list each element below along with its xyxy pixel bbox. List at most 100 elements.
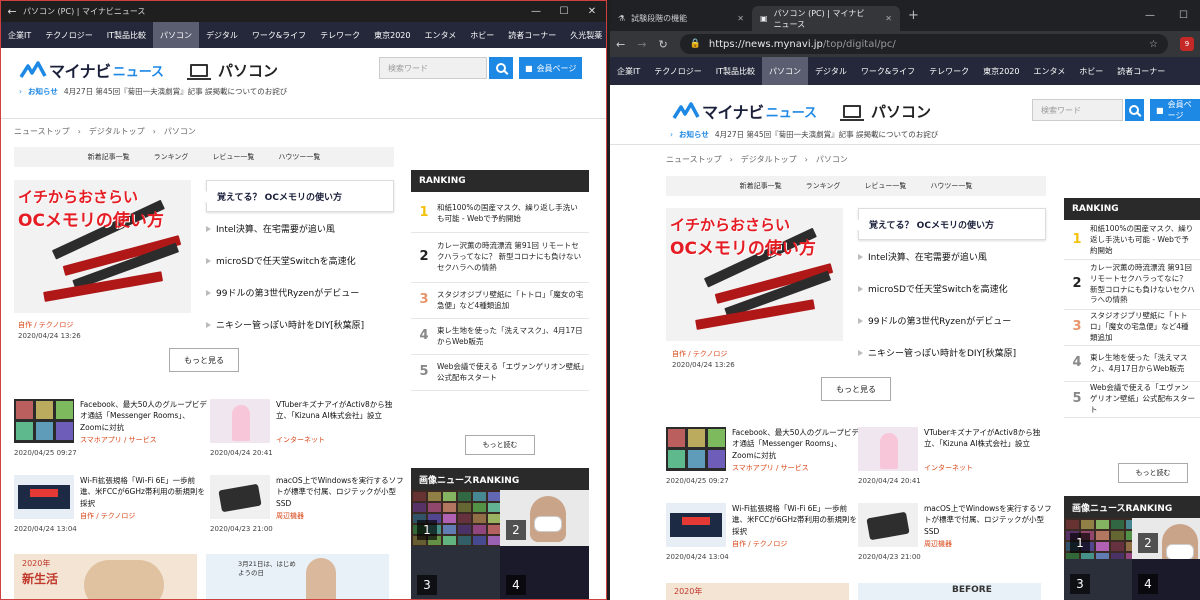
image-ranking-item[interactable]: 4 xyxy=(500,545,589,599)
ranking-item[interactable]: 4 東レ生地を使った「洗えマスク」、4月17日からWeb販売 xyxy=(1064,346,1200,382)
article-card[interactable]: Wi-Fi拡張規格「Wi-Fi 6E」一歩前進、米FCCが6GHz帯利用の新規則… xyxy=(14,475,205,537)
notice-bar[interactable]: › お知らせ 4月27日 第45回『菊田一夫演劇賞』記事 誤掲載についてのお詫び xyxy=(19,86,287,97)
article-category[interactable]: スマホアプリ / サービス xyxy=(80,435,157,445)
subnav-link[interactable]: レビュー一覧 xyxy=(852,181,918,191)
nav-item[interactable]: 東京2020 xyxy=(367,22,417,48)
ranking-item[interactable]: 3 スタジオジブリ壁紙に「トトロ」「魔女の宅急便」など4種類追加 xyxy=(411,283,589,319)
new-life-banner[interactable]: 2020年 xyxy=(666,583,849,600)
nav-item[interactable]: パソコン xyxy=(153,22,200,48)
nav-item[interactable]: テレワーク xyxy=(313,22,367,48)
featured-link[interactable]: 覚えてる？ OCメモリの使い方 xyxy=(853,208,1046,240)
image-ranking-item[interactable]: 4 xyxy=(1132,559,1200,600)
nav-item[interactable]: テレワーク xyxy=(922,57,976,85)
ranking-item[interactable]: 4 東レ生地を使った「洗えマスク」、4月17日からWeb販売 xyxy=(411,319,589,355)
article-thumbnail[interactable] xyxy=(666,503,726,547)
ranking-item[interactable]: 3 スタジオジブリ壁紙に「トトロ」「魔女の宅急便」など4種類追加 xyxy=(1064,310,1200,346)
before-banner[interactable]: BEFORE xyxy=(858,583,1041,600)
article-card[interactable]: Facebook、最大50人のグループビデオ通話「Messenger Rooms… xyxy=(14,399,207,461)
article-card[interactable]: macOS上でWindowsを実行するソフトが標準で付属、ロジテックが小型SSD… xyxy=(210,475,404,537)
image-ranking-item[interactable]: 3 xyxy=(411,545,500,599)
search-button[interactable] xyxy=(489,57,513,79)
article-title[interactable]: Facebook、最大50人のグループビデオ通話「Messenger Rooms… xyxy=(732,427,862,461)
article-title[interactable]: Wi-Fi拡張規格「Wi-Fi 6E」一歩前進、米FCCが6GHz帯利用の新規則… xyxy=(732,503,862,537)
ranking-more-button[interactable]: もっと読む xyxy=(1118,463,1188,483)
featured-link[interactable]: Intel決算、在宅需要が追い風 xyxy=(858,240,1046,272)
breadcrumb[interactable]: ニューストップ › デジタルトップ › パソコン xyxy=(14,126,196,137)
featured-link[interactable]: ニキシー管っぽい時計をDIY[秋葉原] xyxy=(858,336,1046,368)
member-page-button[interactable]: ■ 会員ページ xyxy=(1150,99,1200,121)
image-ranking-item[interactable]: 1 xyxy=(411,490,500,546)
address-bar[interactable]: 🔒 https://news.mynavi.jp/top/digital/pc/… xyxy=(679,34,1168,54)
article-card[interactable]: VTuberキズナアイがActiv8から独立、「Kizuna AI株式会社」設立… xyxy=(210,399,400,461)
article-category[interactable]: 周辺機器 xyxy=(276,511,304,521)
ranking-item[interactable]: 1 和紙100%の国産マスク、繰り返し手洗いも可能 - Webで予約開始 xyxy=(411,195,589,233)
reload-icon[interactable]: ↻ xyxy=(658,38,667,51)
article-thumbnail[interactable] xyxy=(210,399,270,443)
tab-pc[interactable]: ▣ パソコン (PC) | マイナビニュース ✕ xyxy=(752,6,900,31)
nav-item[interactable]: 企業IT xyxy=(610,57,647,85)
minimize-icon[interactable]: — xyxy=(1133,10,1167,21)
ranking-more-button[interactable]: もっと読む xyxy=(465,435,535,455)
article-category[interactable]: 自作 / テクノロジ xyxy=(80,511,135,521)
article-thumbnail[interactable] xyxy=(666,427,726,471)
notice-bar[interactable]: › お知らせ 4月27日 第45回『菊田一夫演劇賞』記事 誤掲載についてのお詫び xyxy=(670,129,938,140)
featured-link[interactable]: ニキシー管っぽい時計をDIY[秋葉原] xyxy=(206,308,394,340)
tab-experimental[interactable]: ⚗ 試験段階の機能 ✕ xyxy=(610,6,752,31)
article-title[interactable]: VTuberキズナアイがActiv8から独立、「Kizuna AI株式会社」設立 xyxy=(276,399,406,422)
article-category[interactable]: 周辺機器 xyxy=(924,539,952,549)
nav-item[interactable]: IT製品比較 xyxy=(100,22,153,48)
nav-item[interactable]: ホビー xyxy=(463,22,501,48)
extension-icon[interactable]: 9 xyxy=(1180,37,1194,51)
nav-item[interactable]: 企業IT xyxy=(1,22,38,48)
article-thumbnail[interactable] xyxy=(210,475,270,519)
nav-item[interactable]: 東京2020 xyxy=(976,57,1026,85)
featured-link[interactable]: 99ドルの第3世代Ryzenがデビュー xyxy=(206,276,394,308)
nav-item[interactable]: IT製品比較 xyxy=(709,57,762,85)
nav-item[interactable]: エンタメ xyxy=(1026,57,1072,85)
new-life-banner[interactable]: 2020年 新生活 xyxy=(14,554,197,599)
image-ranking-item[interactable]: 3 xyxy=(1064,559,1132,600)
maximize-icon[interactable]: ☐ xyxy=(1167,10,1200,21)
nav-item[interactable]: テクノロジー xyxy=(647,57,709,85)
forward-icon[interactable]: → xyxy=(637,38,646,51)
image-ranking-item[interactable]: 1 xyxy=(1064,518,1132,559)
nav-item[interactable]: エンタメ xyxy=(417,22,463,48)
featured-link[interactable]: 覚えてる？ OCメモリの使い方 xyxy=(201,180,394,212)
back-arrow-icon[interactable]: ← xyxy=(1,5,23,18)
nav-item[interactable]: 読者コーナー xyxy=(501,22,563,48)
article-card[interactable]: Facebook、最大50人のグループビデオ通話「Messenger Rooms… xyxy=(666,427,859,489)
hajimeyou-banner[interactable]: 3月21日は、はじめようの日 xyxy=(206,554,389,599)
nav-item[interactable]: 読者コーナー xyxy=(1110,57,1172,85)
search-input[interactable]: 検索ワード xyxy=(379,57,487,79)
featured-link[interactable]: microSDで任天堂Switchを高速化 xyxy=(206,244,394,276)
article-title[interactable]: Facebook、最大50人のグループビデオ通話「Messenger Rooms… xyxy=(80,399,210,433)
article-thumbnail[interactable] xyxy=(858,503,918,547)
featured-link[interactable]: 99ドルの第3世代Ryzenがデビュー xyxy=(858,304,1046,336)
ranking-item[interactable]: 1 和紙100%の国産マスク、繰り返し手洗いも可能 - Webで予約開始 xyxy=(1064,222,1200,260)
article-thumbnail[interactable] xyxy=(14,399,74,443)
subnav-link[interactable]: ランキング xyxy=(794,181,853,191)
featured-link[interactable]: microSDで任天堂Switchを高速化 xyxy=(858,272,1046,304)
hero-category[interactable]: 自作 / テクノロジ xyxy=(18,320,73,330)
nav-item[interactable]: デジタル xyxy=(808,57,854,85)
article-card[interactable]: Wi-Fi拡張規格「Wi-Fi 6E」一歩前進、米FCCが6GHz帯利用の新規則… xyxy=(666,503,857,565)
article-card[interactable]: VTuberキズナアイがActiv8から独立、「Kizuna AI株式会社」設立… xyxy=(858,427,1048,489)
article-title[interactable]: macOS上でWindowsを実行するソフトが標準で付属、ロジテックが小型SSD xyxy=(924,503,1054,537)
subnav-link[interactable]: ハウツー一覧 xyxy=(918,181,984,191)
subnav-link[interactable]: 新着記事一覧 xyxy=(728,181,794,191)
nav-item[interactable]: 久光製薬 xyxy=(563,22,606,48)
featured-link[interactable]: Intel決算、在宅需要が追い風 xyxy=(206,212,394,244)
article-title[interactable]: Wi-Fi拡張規格「Wi-Fi 6E」一歩前進、米FCCが6GHz帯利用の新規則… xyxy=(80,475,210,509)
article-category[interactable]: インターネット xyxy=(276,435,325,445)
nav-item[interactable]: テクノロジー xyxy=(38,22,100,48)
ranking-item[interactable]: 5 Web会議で使える「エヴァンゲリオン壁紙」公式配布スタート xyxy=(1064,382,1200,418)
article-title[interactable]: macOS上でWindowsを実行するソフトが標準で付属、ロジテックが小型SSD xyxy=(276,475,406,509)
article-title[interactable]: VTuberキズナアイがActiv8から独立、「Kizuna AI株式会社」設立 xyxy=(924,427,1054,450)
article-category[interactable]: スマホアプリ / サービス xyxy=(732,463,809,473)
more-button[interactable]: もっと見る xyxy=(821,377,891,401)
subnav-link[interactable]: 新着記事一覧 xyxy=(76,152,142,162)
member-page-button[interactable]: ■ 会員ページ xyxy=(519,57,583,79)
site-logo[interactable]: マイナビ ニュース パソコン xyxy=(672,99,931,123)
nav-item[interactable]: デジタル xyxy=(199,22,245,48)
nav-item[interactable]: ホビー xyxy=(1072,57,1110,85)
